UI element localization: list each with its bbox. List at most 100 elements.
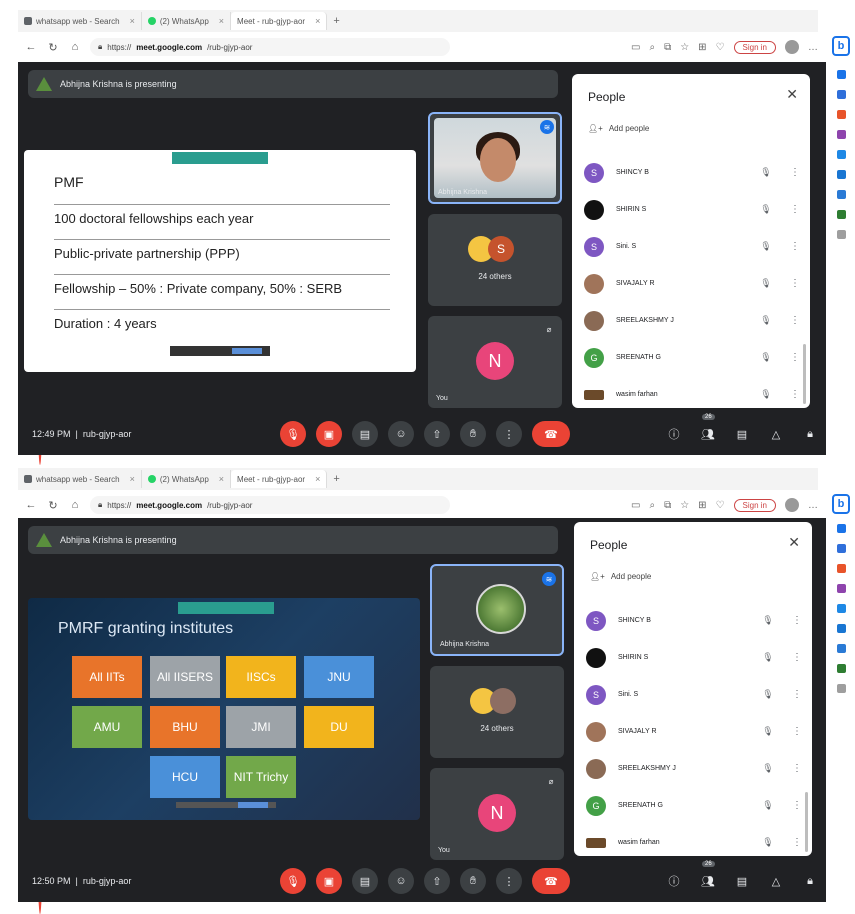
more-options-icon[interactable]: ⋮ [790, 389, 800, 400]
mic-off-icon[interactable]: 🎙︎ [756, 315, 776, 326]
extensions-icon[interactable]: ⧉ [664, 500, 671, 511]
participant-row[interactable]: SHIRIN S 🎙︎ ⋮ [584, 191, 800, 228]
home-icon[interactable]: ⌂ [68, 40, 82, 54]
participant-row[interactable]: G SREENATH G 🎙︎ ⋮ [584, 339, 800, 376]
back-icon[interactable]: ← [24, 498, 38, 512]
info-icon[interactable]: ⓘ [664, 871, 684, 891]
office-icon[interactable] [836, 150, 846, 159]
tools-icon[interactable] [836, 110, 846, 119]
tab-search[interactable]: whatsapp web - Search × [18, 470, 142, 488]
mic-off-icon[interactable]: 🎙︎ [758, 763, 778, 774]
raise-hand-button[interactable]: ✋︎ [460, 421, 486, 447]
participant-row[interactable]: SIVAJALY R 🎙︎ ⋮ [584, 265, 800, 302]
refresh-icon[interactable]: ↻ [46, 498, 60, 512]
outlook-icon[interactable] [836, 624, 846, 633]
more-options-icon[interactable]: ⋮ [790, 167, 800, 178]
tree-icon[interactable] [836, 210, 846, 219]
close-icon[interactable]: × [315, 474, 320, 484]
home-icon[interactable]: ⌂ [68, 498, 82, 512]
participant-row[interactable]: SIVAJALY R 🎙︎ ⋮ [586, 713, 802, 750]
participant-row[interactable]: S Sini. S 🎙︎ ⋮ [586, 676, 802, 713]
tab-whatsapp[interactable]: (2) WhatsApp × [142, 12, 232, 30]
end-call-button[interactable]: ☎︎ [532, 421, 570, 447]
read-aloud-icon[interactable]: ▭ [631, 500, 640, 511]
outlook-icon[interactable] [836, 170, 846, 179]
shopping-icon[interactable] [836, 544, 846, 553]
participant-row[interactable]: wasim farhan 🎙︎ ⋮ [586, 824, 802, 861]
more-options-icon[interactable]: ⋮ [792, 763, 802, 774]
participant-row[interactable]: SREELAKSHMY J 🎙︎ ⋮ [584, 302, 800, 339]
mic-off-icon[interactable]: 🎙︎ [756, 204, 776, 215]
tab-whatsapp[interactable]: (2) WhatsApp × [142, 470, 232, 488]
mic-off-icon[interactable]: 🎙︎ [758, 652, 778, 663]
more-options-icon[interactable]: ⋮ [790, 278, 800, 289]
search-icon[interactable] [836, 524, 846, 533]
back-icon[interactable]: ← [24, 40, 38, 54]
activities-icon[interactable]: △ [766, 424, 786, 444]
raise-hand-button[interactable]: ✋︎ [460, 868, 486, 894]
camera-toggle-button[interactable]: ▣ [316, 868, 342, 894]
more-icon[interactable]: … [808, 500, 818, 511]
more-options-icon[interactable]: ⋮ [792, 615, 802, 626]
favorites-icon[interactable]: ☆ [680, 42, 689, 53]
bing-icon[interactable]: b [832, 36, 850, 56]
tab-search[interactable]: whatsapp web - Search × [18, 12, 142, 30]
zoom-icon[interactable]: ⌕ [649, 500, 655, 511]
host-controls-icon[interactable]: 🔒︎ [800, 424, 820, 444]
more-options-button[interactable]: ⋮ [496, 421, 522, 447]
mic-off-icon[interactable]: 🎙︎ [758, 615, 778, 626]
more-options-icon[interactable]: ⋮ [790, 241, 800, 252]
more-options-icon[interactable]: ⋮ [790, 315, 800, 326]
mic-off-icon[interactable]: 🎙︎ [756, 167, 776, 178]
close-icon[interactable]: × [130, 16, 135, 26]
mic-off-icon[interactable]: 🎙︎ [758, 837, 778, 848]
mic-off-icon[interactable]: 🎙︎ [756, 389, 776, 400]
close-icon[interactable]: × [315, 16, 320, 26]
add-people-button[interactable]: 👤︎+ Add people [590, 572, 651, 581]
mic-off-icon[interactable]: 🎙︎ [758, 800, 778, 811]
sign-in-button[interactable]: Sign in [733, 40, 776, 54]
more-options-icon[interactable]: ⋮ [790, 204, 800, 215]
speaker-tile[interactable]: ≋ Abhijna Krishna [430, 564, 564, 656]
participant-row[interactable]: G SREENATH G 🎙︎ ⋮ [586, 787, 802, 824]
shopping-icon[interactable] [836, 90, 846, 99]
extensions-icon[interactable]: ⧉ [664, 42, 671, 53]
mic-off-icon[interactable]: 🎙︎ [756, 278, 776, 289]
new-tab-icon[interactable]: + [327, 473, 345, 485]
refresh-icon[interactable]: ↻ [46, 40, 60, 54]
more-options-icon[interactable]: ⋮ [790, 352, 800, 363]
mic-off-icon[interactable]: 🎙︎ [756, 352, 776, 363]
participant-row[interactable]: wasim farhan 🎙︎ ⋮ [584, 376, 800, 413]
end-call-button[interactable]: ☎︎ [532, 868, 570, 894]
sign-in-button[interactable]: Sign in [733, 498, 776, 512]
drop-icon[interactable] [836, 190, 846, 199]
close-icon[interactable]: ✕ [786, 86, 798, 103]
others-tile[interactable]: S 24 others [428, 214, 562, 306]
camera-toggle-button[interactable]: ▣ [316, 421, 342, 447]
captions-button[interactable]: ▤ [352, 868, 378, 894]
mic-toggle-button[interactable]: 🎙︎ [280, 421, 306, 447]
collections-icon[interactable]: ⊞ [698, 42, 706, 53]
captions-button[interactable]: ▤ [352, 421, 378, 447]
self-tile[interactable]: ⌀ N You [430, 768, 564, 860]
close-icon[interactable]: ✕ [788, 534, 800, 551]
url-bar[interactable]: 🔒︎ https:// meet.google.com/rub-gjyp-aor [90, 38, 450, 56]
emoji-button[interactable]: ☺ [388, 421, 414, 447]
close-icon[interactable]: × [219, 16, 224, 26]
chat-icon[interactable]: ▤ [732, 871, 752, 891]
host-controls-icon[interactable]: 🔒︎ [800, 871, 820, 891]
activities-icon[interactable]: △ [766, 871, 786, 891]
collections-icon[interactable]: ⊞ [698, 500, 706, 511]
zoom-icon[interactable]: ⌕ [649, 42, 655, 53]
mic-off-icon[interactable]: 🎙︎ [756, 241, 776, 252]
profile-avatar[interactable] [785, 498, 799, 512]
favorites-icon[interactable]: ☆ [680, 500, 689, 511]
more-options-button[interactable]: ⋮ [496, 868, 522, 894]
more-options-icon[interactable]: ⋮ [792, 800, 802, 811]
search-icon[interactable] [836, 70, 846, 79]
people-icon[interactable]: 👥︎ 26 [698, 861, 718, 891]
games-icon[interactable] [836, 584, 846, 593]
info-icon[interactable]: ⓘ [664, 424, 684, 444]
participant-row[interactable]: SREELAKSHMY J 🎙︎ ⋮ [586, 750, 802, 787]
add-people-button[interactable]: 👤︎+ Add people [588, 124, 649, 133]
